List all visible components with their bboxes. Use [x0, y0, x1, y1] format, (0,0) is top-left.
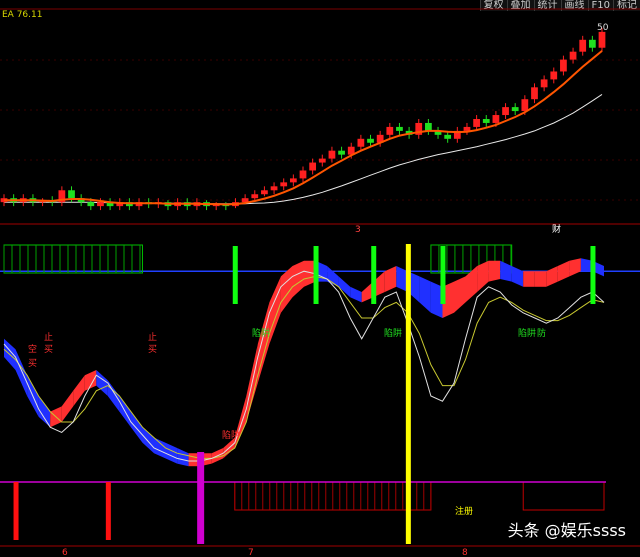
top-box-0: [3, 244, 143, 274]
osc-label-5: 买: [148, 344, 157, 355]
osc-label-4: 止: [148, 331, 157, 343]
ribbon-segment: [165, 442, 178, 464]
candle-body: [463, 126, 471, 131]
ribbon-segment: [500, 260, 512, 282]
osc-label-1: 买: [44, 344, 53, 355]
x-tick-label-2: 8: [462, 548, 468, 557]
candle-body: [328, 150, 336, 159]
x-axis: 6 7 8: [62, 548, 468, 557]
candle-body: [87, 202, 95, 207]
candle-body: [598, 31, 606, 48]
candle-body: [550, 71, 558, 80]
candle-body: [560, 59, 567, 72]
candle-body: [367, 138, 374, 143]
candle-body: [318, 158, 326, 163]
ribbon-segment: [477, 260, 489, 292]
annotation-cai: 财: [552, 223, 561, 235]
candle-body: [309, 162, 317, 171]
ribbon-segment: [534, 271, 547, 287]
ribbon-segment: [384, 266, 397, 292]
green-signal-bar-4: [590, 246, 596, 304]
top-box-outline: [3, 244, 143, 274]
ribbon-segment: [154, 437, 166, 459]
candle-body: [521, 99, 529, 112]
candle-body: [492, 115, 500, 123]
chart-canvas: 财350 止买空买止买陷阱陷阱 陷阱 陷阱 防注册 678: [0, 8, 640, 557]
candle-body: [299, 170, 307, 179]
osc-label-3: 买: [28, 358, 37, 369]
magenta-bar: [197, 452, 205, 544]
osc-label-10: 防: [537, 327, 546, 339]
osc-label-2: 空: [28, 343, 37, 355]
candle-body: [511, 107, 519, 112]
candle-body: [540, 79, 548, 88]
oscillator-panel: 止买空买止买陷阱陷阱 陷阱 陷阱 防注册: [0, 244, 640, 544]
candle-body: [68, 190, 75, 199]
green-signal-bar-0: [232, 246, 238, 304]
candle-body: [280, 182, 288, 187]
osc-label-11: 注册: [455, 505, 473, 517]
candle-body: [502, 107, 509, 116]
ribbon-segment: [511, 266, 524, 287]
green-signal-bar-2: [371, 246, 377, 304]
ribbon-segment: [523, 271, 535, 287]
osc-label-7: 陷阱: [252, 327, 270, 339]
red-bottom-bar-1: [105, 482, 111, 540]
candle-body: [482, 119, 490, 123]
ribbon-segment: [454, 276, 466, 313]
ribbon-segment: [73, 375, 85, 407]
yellow-line: [3, 275, 605, 459]
osc-label-0: 止: [44, 331, 53, 343]
candle-body: [588, 39, 596, 48]
ribbon-segment: [61, 390, 74, 422]
ribbon-segment: [327, 266, 339, 287]
ribbon-segment: [130, 411, 143, 443]
ribbon-segment: [569, 258, 581, 277]
osc-label-9: 陷阱: [518, 327, 536, 339]
bottom-box-outline-2: [522, 481, 605, 511]
candle-body: [357, 138, 365, 147]
candle-body: [338, 150, 345, 155]
x-tick-label-1: 7: [248, 548, 254, 557]
ribbon-segment: [269, 276, 281, 344]
x-tick-label-0: 6: [62, 548, 68, 557]
ribbon-segment: [96, 370, 108, 396]
ribbon-segment: [557, 260, 570, 282]
candle-body: [289, 178, 297, 183]
price-high-label: 50: [597, 23, 609, 33]
bottom-box: [234, 481, 605, 511]
ribbon-segment: [292, 260, 304, 298]
yellow-vertical-line: [405, 244, 411, 544]
price-panel: 财 3 50: [0, 23, 609, 235]
ribbon-segment: [84, 370, 97, 391]
candle-body: [251, 194, 259, 199]
candle-body: [579, 39, 587, 52]
ribbon-segment: [142, 427, 154, 454]
white-line: [3, 270, 605, 462]
candle-body: [270, 186, 278, 191]
ribbon-segment: [350, 286, 362, 303]
candle-body: [569, 51, 577, 60]
candle-body: [97, 202, 104, 207]
green-signal-bar-3: [440, 246, 446, 304]
candle-body: [386, 126, 394, 135]
candle-body: [425, 122, 432, 131]
osc-label-6: 陷阱: [222, 429, 240, 441]
ribbon-segment: [419, 276, 431, 313]
annotation-3: 3: [355, 225, 361, 235]
ribbon-segment: [177, 448, 189, 467]
candle-body: [444, 134, 452, 139]
watermark: 头条 @娱乐ssss: [507, 521, 626, 540]
candle-body: [396, 126, 403, 131]
osc-label-8: 陷阱: [384, 327, 402, 339]
green-signal-bar-1: [313, 246, 319, 304]
candle-body: [261, 190, 268, 195]
ribbon-segment: [488, 260, 501, 282]
candle-body: [473, 119, 480, 127]
red-bottom-bar-0: [13, 482, 19, 540]
ribbon-segment: [257, 302, 270, 383]
candle-body: [531, 87, 538, 100]
ribbon-segment: [546, 266, 558, 287]
